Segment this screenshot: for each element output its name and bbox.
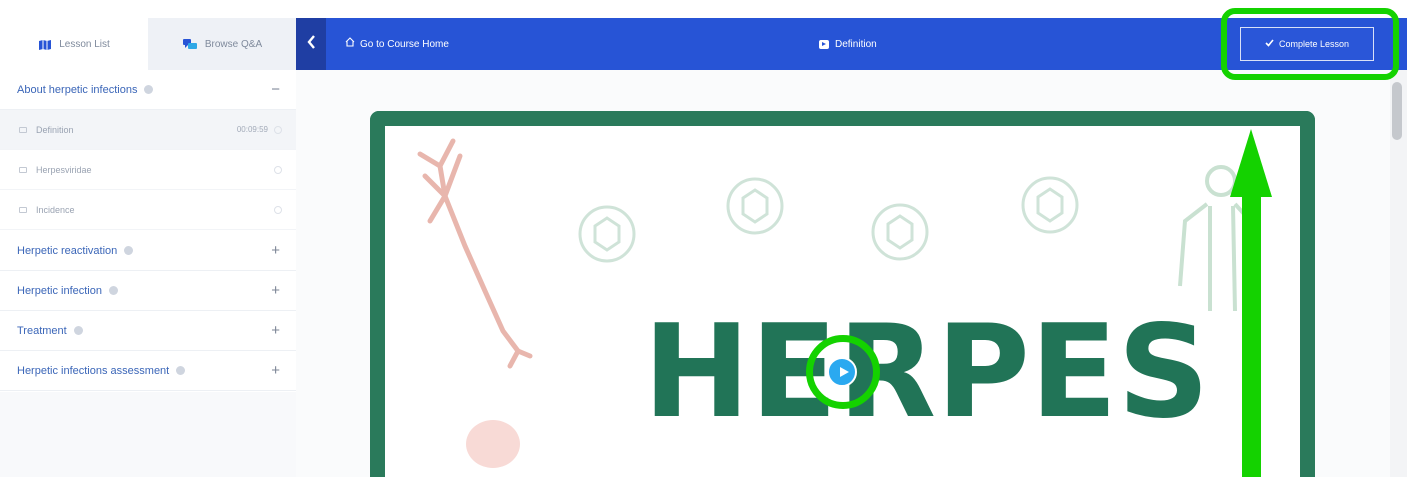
video-icon [19,126,27,133]
info-icon[interactable] [124,246,134,255]
lesson-page: Lesson List Browse Q&A About herpetic in… [0,0,1407,477]
video-thumbnail-illustration: HERPES [417,138,1259,468]
arrow-up-annotation-icon [1230,129,1272,197]
lesson-item-definition[interactable]: Definition 00:09:59 [0,110,296,150]
video-icon [819,39,829,49]
section-treatment[interactable]: Treatment + [0,311,296,351]
chevron-left-icon [306,34,316,54]
section-herpetic-reactivation[interactable]: Herpetic reactivation + [0,231,296,271]
home-icon [345,36,355,50]
sidebar-empty-area [0,392,296,477]
scrollbar-thumb[interactable] [1392,82,1402,140]
info-icon[interactable] [73,326,83,335]
section-label: Herpetic infections assessment [17,364,170,377]
virus-illustrations [578,176,1079,263]
info-icon[interactable] [176,366,186,375]
arrow-shaft-annotation [1242,192,1261,477]
lesson-label: Herpesviridae [36,164,92,175]
section-herpetic-infection[interactable]: Herpetic infection + [0,271,296,311]
neuron-illustration [417,138,533,369]
brain-illustration [466,420,520,468]
tab-lesson-list-label: Lesson List [59,38,110,50]
tab-browse-qa[interactable]: Browse Q&A [148,18,296,70]
go-to-course-home-link[interactable]: Go to Course Home [345,18,449,70]
highlight-circle-annotation [806,335,880,409]
qa-icon [182,38,198,51]
expand-icon[interactable]: + [271,323,280,338]
lesson-duration: 00:09:59 [236,125,268,134]
lesson-item-herpesviridae[interactable]: Herpesviridae [0,150,296,190]
lesson-label: Incidence [36,204,75,215]
lesson-item-incidence[interactable]: Incidence [0,190,296,230]
video-title-text: HERPES [643,298,1210,447]
current-lesson-title: Definition [819,18,877,70]
info-icon[interactable] [144,85,154,94]
section-about-herpetic-infections[interactable]: About herpetic infections − [0,70,296,110]
sidebar-tabs: Lesson List Browse Q&A [0,18,296,70]
expand-icon[interactable]: + [271,243,280,258]
completion-circle-icon [274,205,282,214]
section-label: Treatment [17,324,67,337]
video-player[interactable]: HERPES [370,111,1315,477]
collapse-sidebar-button[interactable] [296,18,326,70]
home-link-label: Go to Course Home [360,38,449,50]
video-icon [19,206,27,213]
section-label: Herpetic reactivation [17,244,118,257]
completion-circle-icon [274,125,282,134]
lesson-title-text: Definition [835,38,877,50]
expand-icon[interactable]: + [271,363,280,378]
book-map-icon [38,39,52,50]
tab-lesson-list[interactable]: Lesson List [0,18,148,70]
highlight-box-annotation [1221,8,1399,80]
tab-browse-qa-label: Browse Q&A [204,38,263,50]
video-icon [19,166,27,173]
expand-icon[interactable]: + [271,283,280,298]
section-label: About herpetic infections [17,83,138,96]
section-herpetic-infections-assessment[interactable]: Herpetic infections assessment + [0,351,296,391]
completion-circle-icon [274,165,282,174]
section-label: Herpetic infection [17,284,102,297]
collapse-icon[interactable]: − [271,82,280,97]
lesson-sidebar: Lesson List Browse Q&A About herpetic in… [0,0,296,477]
info-icon[interactable] [109,286,118,295]
lesson-label: Definition [36,124,74,135]
